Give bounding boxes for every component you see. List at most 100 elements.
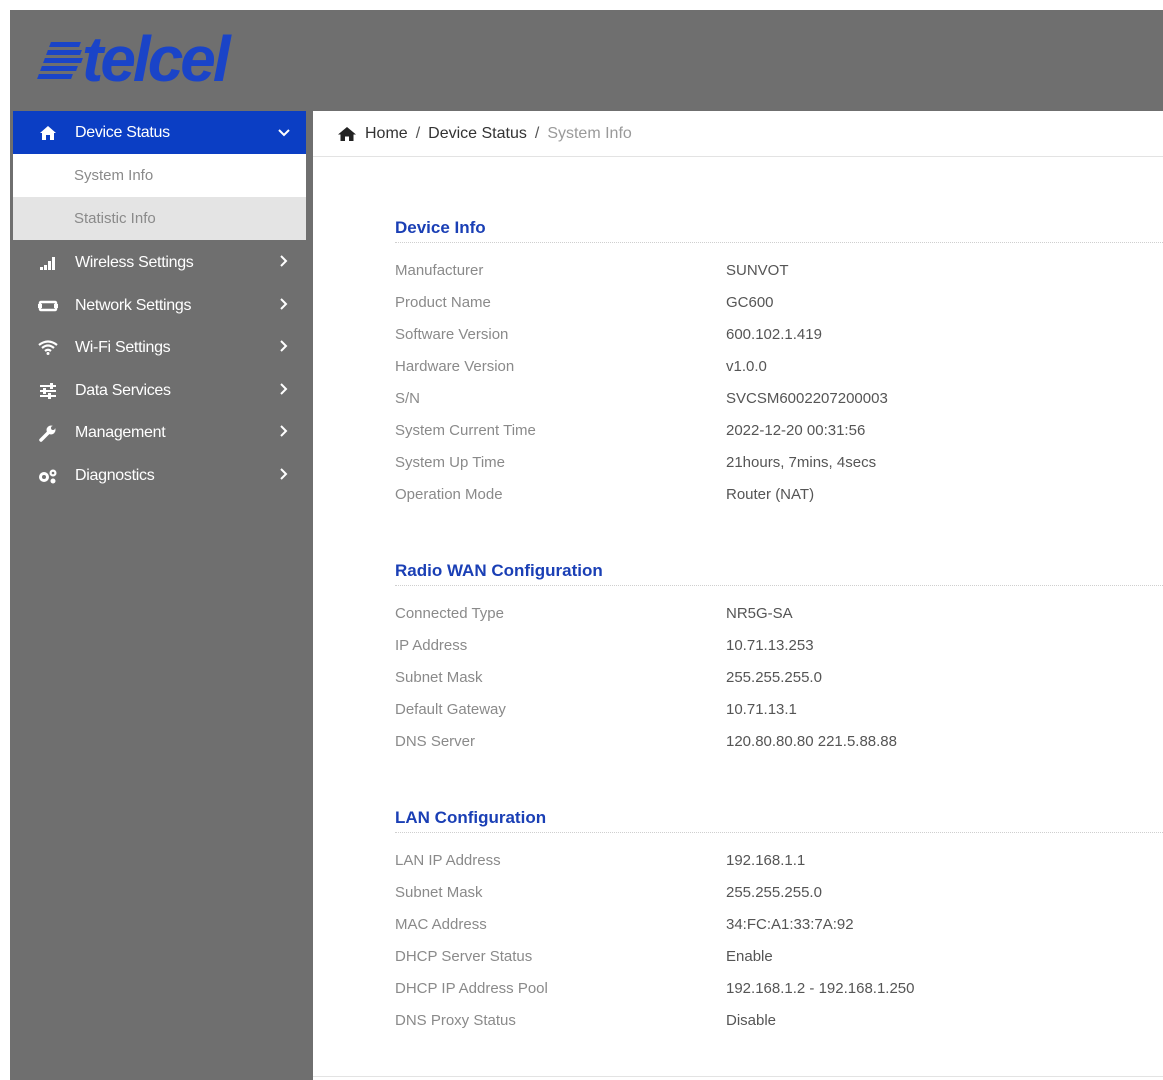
info-label: Software Version	[395, 325, 509, 343]
info-value: 34:FC:A1:33:7A:92	[726, 915, 854, 933]
sidebar-subitem-system-info[interactable]: System Info	[13, 154, 306, 197]
info-value: 2022-12-20 00:31:56	[726, 421, 866, 439]
info-value: 192.168.1.2 - 192.168.1.250	[726, 979, 915, 997]
info-row: DNS Server 120.80.80.80 221.5.88.88	[395, 725, 1163, 757]
info-value: 600.102.1.419	[726, 325, 822, 343]
breadcrumb-current: System Info	[547, 124, 632, 142]
wrench-icon	[35, 424, 61, 442]
info-value: Enable	[726, 947, 773, 965]
info-label: Subnet Mask	[395, 668, 483, 686]
info-label: MAC Address	[395, 915, 487, 933]
sidebar-item-diagnostics[interactable]: Diagnostics	[13, 454, 306, 497]
info-label: LAN IP Address	[395, 851, 501, 869]
info-row: Software Version 600.102.1.419	[395, 318, 1163, 350]
info-value: 255.255.255.0	[726, 883, 822, 901]
breadcrumb-separator: /	[534, 124, 540, 142]
info-label: DHCP Server Status	[395, 947, 533, 965]
breadcrumb-home[interactable]: Home	[365, 125, 408, 143]
info-row: Subnet Mask 255.255.255.0	[395, 661, 1163, 693]
info-row: LAN IP Address 192.168.1.1	[395, 844, 1163, 876]
info-value: GC600	[726, 293, 774, 311]
logo-stripes-icon	[37, 32, 83, 86]
chevron-right-icon	[274, 339, 294, 356]
info-value: SUNVOT	[726, 261, 789, 279]
info-row: Manufacturer SUNVOT	[395, 254, 1163, 286]
info-label: Subnet Mask	[395, 883, 483, 901]
info-row: MAC Address 34:FC:A1:33:7A:92	[395, 908, 1163, 940]
sidebar-item-label: Device Status	[75, 123, 170, 141]
info-row: Subnet Mask 255.255.255.0	[395, 876, 1163, 908]
section-title: Radio WAN Configuration	[395, 557, 1163, 586]
info-value: v1.0.0	[726, 357, 767, 375]
info-label: Product Name	[395, 293, 491, 311]
chevron-right-icon	[274, 424, 294, 441]
lan-section: LAN Configuration LAN IP Address 192.168.…	[395, 804, 1163, 1036]
info-row: Connected Type NR5G-SA	[395, 597, 1163, 629]
chevron-right-icon	[274, 254, 294, 271]
info-label: DNS Server	[395, 732, 476, 750]
logo-text: telcel	[82, 23, 231, 95]
info-value: 192.168.1.1	[726, 851, 806, 869]
info-value: 10.71.13.1	[726, 700, 797, 718]
info-label: System Up Time	[395, 453, 506, 471]
info-row: Operation Mode Router (NAT)	[395, 478, 1163, 510]
sidebar-item-label: Management	[75, 423, 166, 441]
content-bottom-divider	[313, 1076, 1163, 1077]
breadcrumb: Home / Device Status / System Info	[313, 111, 1163, 157]
top-header: telcel	[10, 10, 1163, 111]
info-label: DHCP IP Address Pool	[395, 979, 548, 997]
info-row: Hardware Version v1.0.0	[395, 350, 1163, 382]
info-label: System Current Time	[395, 421, 536, 439]
home-icon[interactable]	[337, 126, 357, 142]
sidebar-item-label: Wireless Settings	[75, 253, 194, 271]
info-label: Default Gateway	[395, 700, 506, 718]
sidebar-subitem-statistic-info[interactable]: Statistic Info	[13, 197, 306, 240]
sidebar-item-network-settings[interactable]: Network Settings	[13, 284, 306, 327]
left-margin	[0, 0, 10, 1080]
network-icon	[35, 299, 61, 313]
info-value: 21hours, 7mins, 4secs	[726, 453, 877, 471]
info-row: DHCP IP Address Pool 192.168.1.2 - 192.16…	[395, 972, 1163, 1004]
info-label: DNS Proxy Status	[395, 1011, 516, 1029]
sidebar-item-data-services[interactable]: Data Services	[13, 369, 306, 412]
chevron-right-icon	[274, 297, 294, 314]
info-label: Connected Type	[395, 604, 504, 622]
info-label: IP Address	[395, 636, 468, 654]
breadcrumb-separator: /	[415, 124, 421, 142]
sidebar-subitem-label: System Info	[74, 167, 154, 184]
sliders-icon	[35, 382, 61, 399]
info-row: DNS Proxy Status Disable	[395, 1004, 1163, 1036]
sidebar-item-label: Wi-Fi Settings	[75, 338, 171, 356]
sidebar-item-label: Network Settings	[75, 296, 192, 314]
info-row: Default Gateway 10.71.13.1	[395, 693, 1163, 725]
section-title: Device Info	[395, 214, 1163, 243]
chevron-right-icon	[274, 467, 294, 484]
info-value: Router (NAT)	[726, 485, 815, 503]
section-title: LAN Configuration	[395, 804, 1163, 833]
info-label: Hardware Version	[395, 357, 515, 375]
device-info-section: Device Info Manufacturer SUNVOT Product N…	[395, 214, 1163, 510]
sidebar-item-device-status[interactable]: Device Status	[13, 111, 306, 154]
sidebar-subitem-label: Statistic Info	[74, 210, 156, 227]
sidebar-item-wireless-settings[interactable]: Wireless Settings	[13, 241, 306, 284]
signal-bars-icon	[35, 256, 61, 270]
info-row: IP Address 10.71.13.253	[395, 629, 1163, 661]
info-value: 10.71.13.253	[726, 636, 814, 654]
telcel-logo[interactable]: telcel	[37, 23, 231, 95]
info-label: Manufacturer	[395, 261, 484, 279]
info-label: S/N	[395, 389, 421, 407]
info-row: S/N SVCSM6002207200003	[395, 382, 1163, 414]
info-row: DHCP Server Status Enable	[395, 940, 1163, 972]
breadcrumb-device-status[interactable]: Device Status	[428, 125, 527, 143]
info-row: System Current Time 2022-12-20 00:31:56	[395, 414, 1163, 446]
sidebar-item-label: Diagnostics	[75, 466, 155, 484]
info-value: 255.255.255.0	[726, 668, 822, 686]
sidebar-item-management[interactable]: Management	[13, 411, 306, 454]
info-value: NR5G-SA	[726, 604, 793, 622]
info-value: SVCSM6002207200003	[726, 389, 888, 407]
sidebar-item-wifi-settings[interactable]: Wi-Fi Settings	[13, 326, 306, 369]
sidebar: Device Status System Info Statistic Info…	[10, 111, 313, 1080]
home-icon	[35, 125, 61, 141]
gears-icon	[35, 468, 61, 484]
info-value: Disable	[726, 1011, 777, 1029]
